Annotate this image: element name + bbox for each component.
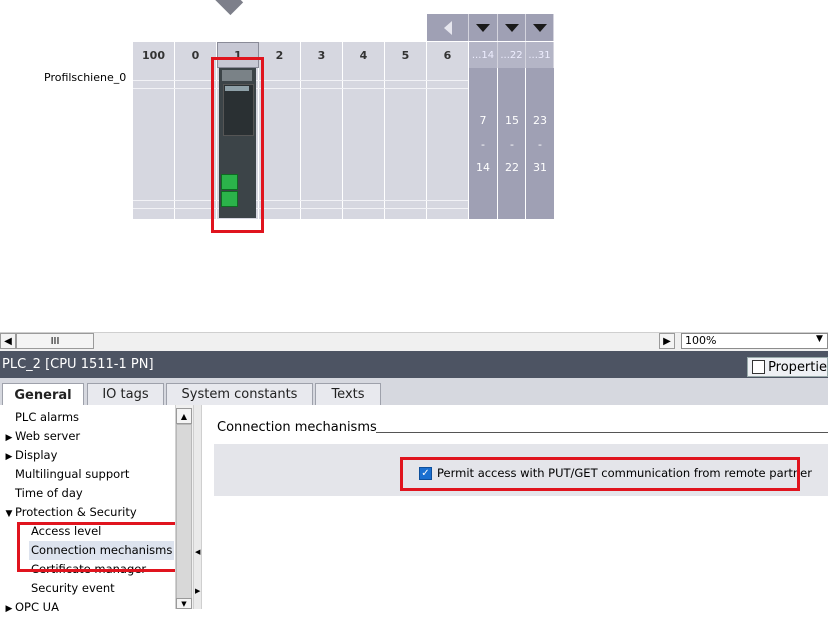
slot-header-100[interactable]: 100 — [133, 42, 175, 68]
slot-header-6[interactable]: 6 — [427, 42, 469, 68]
grip-glyph: III — [50, 335, 60, 347]
range-start: 7 — [479, 114, 487, 127]
tree-scroll-thumb[interactable] — [176, 424, 192, 604]
splitter-arrow-icon[interactable]: ▶ — [195, 587, 200, 595]
tree-item-protection-security[interactable]: ▼ Protection & Security — [3, 503, 137, 522]
zoom-select[interactable]: 100% — [681, 333, 828, 349]
tree-item-web-server[interactable]: ▶ Web server — [3, 427, 81, 446]
range-sep: - — [481, 138, 485, 151]
inspector-title: PLC_2 [CPU 1511-1 PN] — [0, 351, 828, 378]
slot-header-2[interactable]: 2 — [259, 42, 301, 68]
rail-line — [133, 80, 468, 81]
scroll-up-button[interactable]: ▲ — [176, 408, 192, 424]
tree-item-plc-alarms[interactable]: PLC alarms — [3, 408, 79, 427]
collapse-arrow-icon[interactable]: ▼ — [3, 505, 15, 524]
range-sep: - — [538, 138, 542, 151]
scroll-down-button[interactable]: ▼ — [176, 598, 192, 609]
tree-item-opc-ua[interactable]: ▶ OPC UA — [3, 598, 59, 617]
collapse-expansion-button[interactable] — [427, 14, 469, 41]
settings-content — [202, 405, 828, 609]
scroll-right-button[interactable]: ▶ — [659, 333, 675, 349]
tab-general[interactable]: General — [2, 383, 84, 406]
chevron-down-icon — [476, 23, 490, 32]
range-sep: - — [510, 138, 514, 151]
expand-arrow-icon[interactable]: ▶ — [3, 600, 15, 619]
tree-label: Web server — [15, 429, 81, 443]
tree-item-display[interactable]: ▶ Display — [3, 446, 58, 465]
tree-label: Time of day — [15, 486, 83, 500]
expansion-header-14[interactable]: ...14 — [469, 42, 498, 68]
splitter-arrow-icon[interactable]: ◀ — [195, 548, 200, 556]
expand-slots-23-31-button[interactable] — [526, 14, 554, 41]
tree-label: Security event — [31, 581, 115, 595]
rack-name: Profilschiene_0 — [44, 71, 127, 84]
highlight-tree-selection — [17, 522, 179, 572]
section-title: Connection mechanisms — [217, 420, 377, 435]
tree-label: PLC alarms — [15, 410, 80, 424]
expand-slots-15-22-button[interactable] — [498, 14, 526, 41]
slot-100[interactable] — [133, 68, 175, 219]
settings-tree: PLC alarms ▶ Web server ▶ Display Multilin… — [0, 405, 175, 614]
highlight-permit-checkbox — [400, 457, 800, 491]
slot-3[interactable] — [301, 68, 343, 219]
slot-4[interactable] — [343, 68, 385, 219]
slot-5[interactable] — [385, 68, 427, 219]
range-start: 15 — [505, 114, 519, 127]
device-view: Profilschiene_0 100 0 1 2 3 4 5 6 ...14 … — [0, 0, 828, 330]
expansion-header-22[interactable]: ...22 — [498, 42, 526, 68]
slot-2[interactable] — [259, 68, 301, 219]
section-divider — [376, 432, 828, 433]
range-end: 31 — [533, 161, 547, 174]
tab-texts[interactable]: Texts — [315, 383, 381, 405]
tab-io-tags[interactable]: IO tags — [87, 383, 164, 405]
tree-item-security-event[interactable]: Security event — [31, 579, 115, 598]
rail-line — [133, 88, 468, 89]
tree-label: Multilingual support — [15, 467, 130, 481]
slot-header-4[interactable]: 4 — [343, 42, 385, 68]
pane-splitter[interactable]: ◀ ▶ — [193, 405, 202, 609]
tab-system-constants[interactable]: System constants — [166, 383, 313, 405]
scroll-thumb[interactable]: III — [16, 333, 94, 349]
tree-item-multilingual-support[interactable]: Multilingual support — [3, 465, 129, 484]
properties-icon — [752, 360, 766, 374]
rail-line — [133, 208, 468, 209]
chevron-down-icon[interactable]: ▼ — [816, 334, 823, 344]
scroll-left-button[interactable]: ◀ — [0, 333, 16, 349]
expand-slots-7-14-button[interactable] — [469, 14, 498, 41]
tree-label: Protection & Security — [15, 505, 137, 519]
rack-marker-icon — [214, 0, 244, 16]
expansion-header-31[interactable]: ...31 — [526, 42, 554, 68]
slot-header-3[interactable]: 3 — [301, 42, 343, 68]
zoom-value: 100% — [685, 334, 717, 347]
tree-label: OPC UA — [15, 600, 59, 614]
slot-header-5[interactable]: 5 — [385, 42, 427, 68]
chevron-left-icon — [443, 20, 452, 35]
range-start: 23 — [533, 114, 547, 127]
chevron-down-icon — [504, 23, 519, 32]
range-end: 22 — [505, 161, 519, 174]
properties-tab-button[interactable]: Propertie — [747, 357, 828, 377]
chevron-down-icon — [532, 23, 547, 32]
slot-6[interactable] — [427, 68, 469, 219]
rail-line — [133, 200, 468, 201]
tree-item-time-of-day[interactable]: Time of day — [3, 484, 83, 503]
highlight-cpu — [211, 57, 264, 233]
tree-label: Display — [15, 448, 58, 462]
range-end: 14 — [476, 161, 490, 174]
properties-label: Propertie — [768, 359, 827, 375]
